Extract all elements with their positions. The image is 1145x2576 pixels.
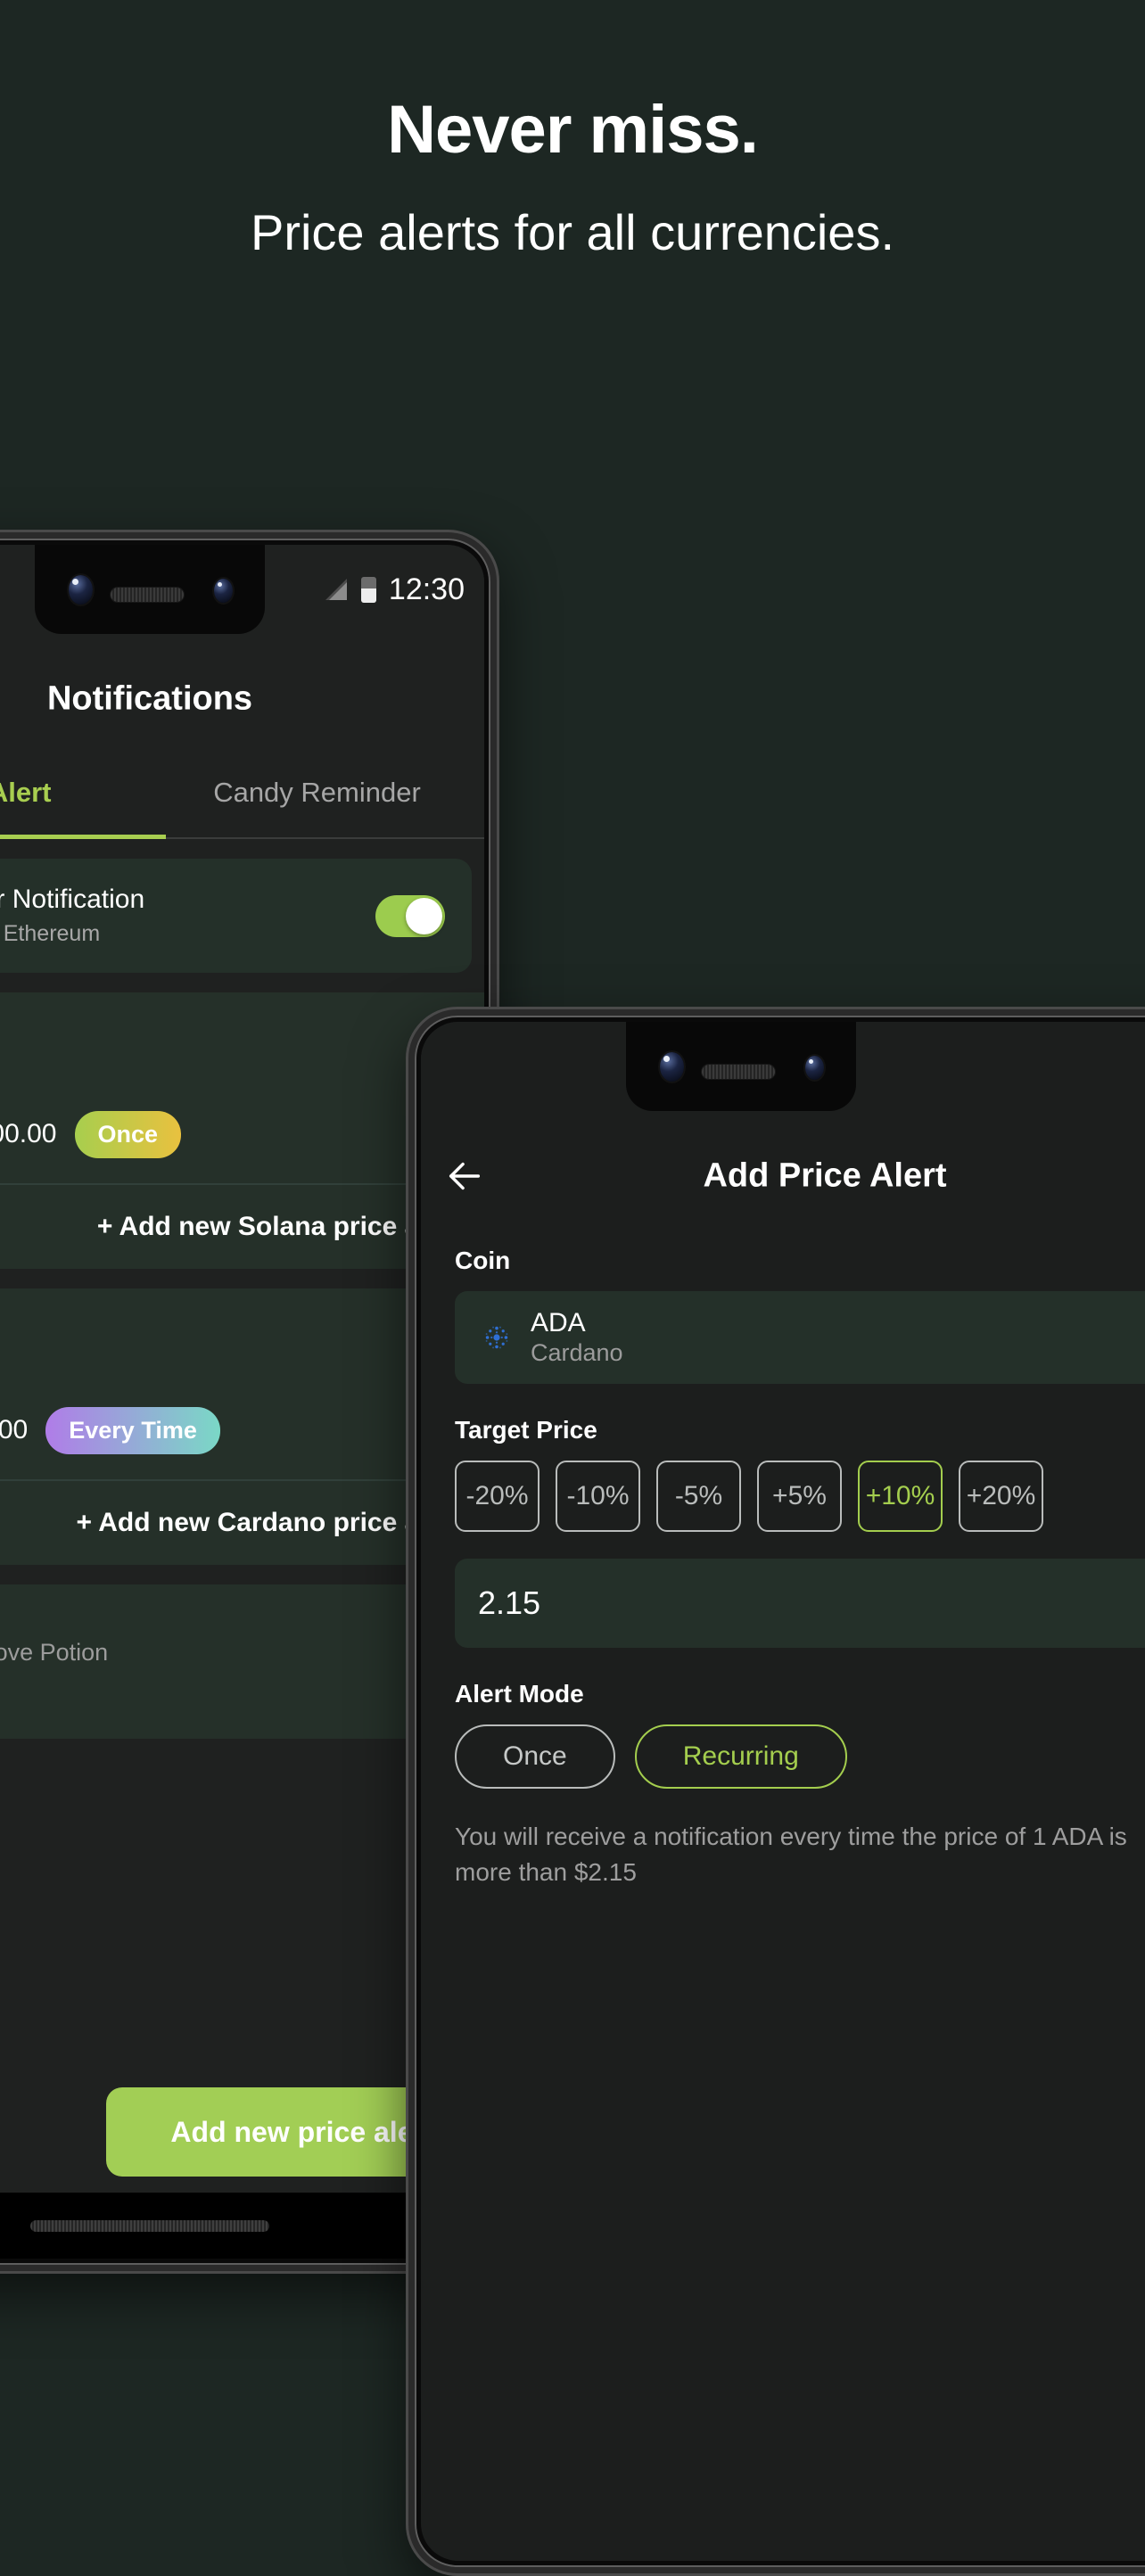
coin-name: Cardano: [531, 1339, 623, 1367]
coin-symbol: ADA: [531, 1307, 586, 1337]
home-indicator[interactable]: [30, 2219, 269, 2232]
secondary-camera-icon: [214, 579, 233, 603]
phone1-status-bar: 12:30: [0, 545, 484, 652]
alert-mode-label: Alert Mode: [455, 1680, 584, 1708]
alert-mode-recurring[interactable]: Recurring: [634, 1724, 847, 1789]
phone2-app-bar: Add Price Alert: [421, 1129, 1145, 1223]
phone2-screen: 12:30 Add Price Alert Coin: [421, 1022, 1145, 2561]
large-mover-card[interactable]: Large Mover Notification for Bitcoin and…: [0, 859, 472, 973]
phone1-notch: [35, 545, 265, 634]
page-title: Never miss.: [387, 92, 759, 168]
secondary-camera-icon: [805, 1056, 824, 1080]
chip-plus-10[interactable]: +10%: [858, 1461, 943, 1532]
coin-section-label: Coin: [455, 1247, 511, 1274]
alert-mode-once[interactable]: Once: [455, 1724, 615, 1789]
large-mover-texts: Large Mover Notification for Bitcoin and…: [0, 884, 375, 948]
chip-plus-20[interactable]: +20%: [959, 1461, 1043, 1532]
phone1-app-bar: Notifications: [0, 652, 484, 746]
chip-minus-20[interactable]: -20%: [455, 1461, 540, 1532]
coin-name: Smooth Love Potion: [0, 1639, 109, 1667]
large-mover-title: Large Mover Notification: [0, 884, 145, 914]
tab-active-underline: [0, 835, 166, 839]
cardano-logo-icon: [478, 1319, 515, 1356]
alert-mode-group: Once Recurring: [455, 1724, 1145, 1789]
chip-minus-10[interactable]: -10%: [556, 1461, 640, 1532]
chip-plus-5[interactable]: +5%: [757, 1461, 842, 1532]
price-input-value[interactable]: 2.15: [478, 1584, 540, 1622]
app-bar-title: Add Price Alert: [703, 1156, 947, 1195]
coin-identity: ADA Cardano: [531, 1308, 623, 1368]
chip-minus-5[interactable]: -5%: [656, 1461, 741, 1532]
front-camera-icon: [660, 1052, 684, 1082]
page-subtitle: Price alerts for all currencies.: [250, 203, 894, 260]
coin-symbol: SLP: [0, 1608, 108, 1639]
app-bar-title: Notifications: [46, 679, 253, 718]
target-price-label: Target Price: [455, 1416, 597, 1444]
target-price-field[interactable]: 2.15 USD: [455, 1559, 1145, 1648]
status-bar-clock: 12:30: [388, 572, 465, 606]
status-badge: Every Time: [45, 1406, 220, 1454]
phone2-status-bar: 12:30: [421, 1022, 1145, 1129]
target-price-chip-group: -20% -10% -5% +5% +10% +20%: [455, 1461, 1145, 1532]
tab-candy-reminder[interactable]: Candy Reminder: [150, 746, 484, 839]
phone2-content: Coin ADA Cardano Target Price -20% -10% …: [421, 1223, 1145, 1890]
phone2-notch: [626, 1022, 856, 1111]
alert-condition: ADA ≥ $2.00: [0, 1415, 29, 1445]
alert-condition: SOL ≥ $300.00: [0, 1119, 57, 1149]
hero-section: Never miss. Price alerts for all currenc…: [0, 0, 1145, 259]
toggle-knob: [406, 897, 442, 934]
phone1-status-icons: 12:30: [325, 545, 484, 634]
signal-icon: [325, 579, 347, 600]
coin-identity: SLP Smooth Love Potion: [0, 1608, 108, 1667]
front-camera-icon: [69, 575, 93, 605]
large-mover-subtitle: for Bitcoin and Ethereum: [0, 920, 101, 946]
tab-price-alert[interactable]: Price Alert: [0, 746, 150, 839]
large-mover-toggle[interactable]: [375, 894, 445, 937]
earpiece-speaker-icon: [111, 588, 184, 602]
battery-icon: [360, 576, 376, 603]
phone-mockup-add-price-alert: 12:30 Add Price Alert Coin: [406, 1007, 1145, 2576]
status-badge: Once: [74, 1110, 182, 1158]
alert-mode-helper-text: You will receive a notification every ti…: [455, 1823, 1127, 1886]
earpiece-speaker-icon: [702, 1065, 775, 1079]
notifications-tabs: Price Alert Candy Reminder: [0, 746, 484, 839]
selected-coin-card[interactable]: ADA Cardano $1.95: [455, 1291, 1145, 1384]
